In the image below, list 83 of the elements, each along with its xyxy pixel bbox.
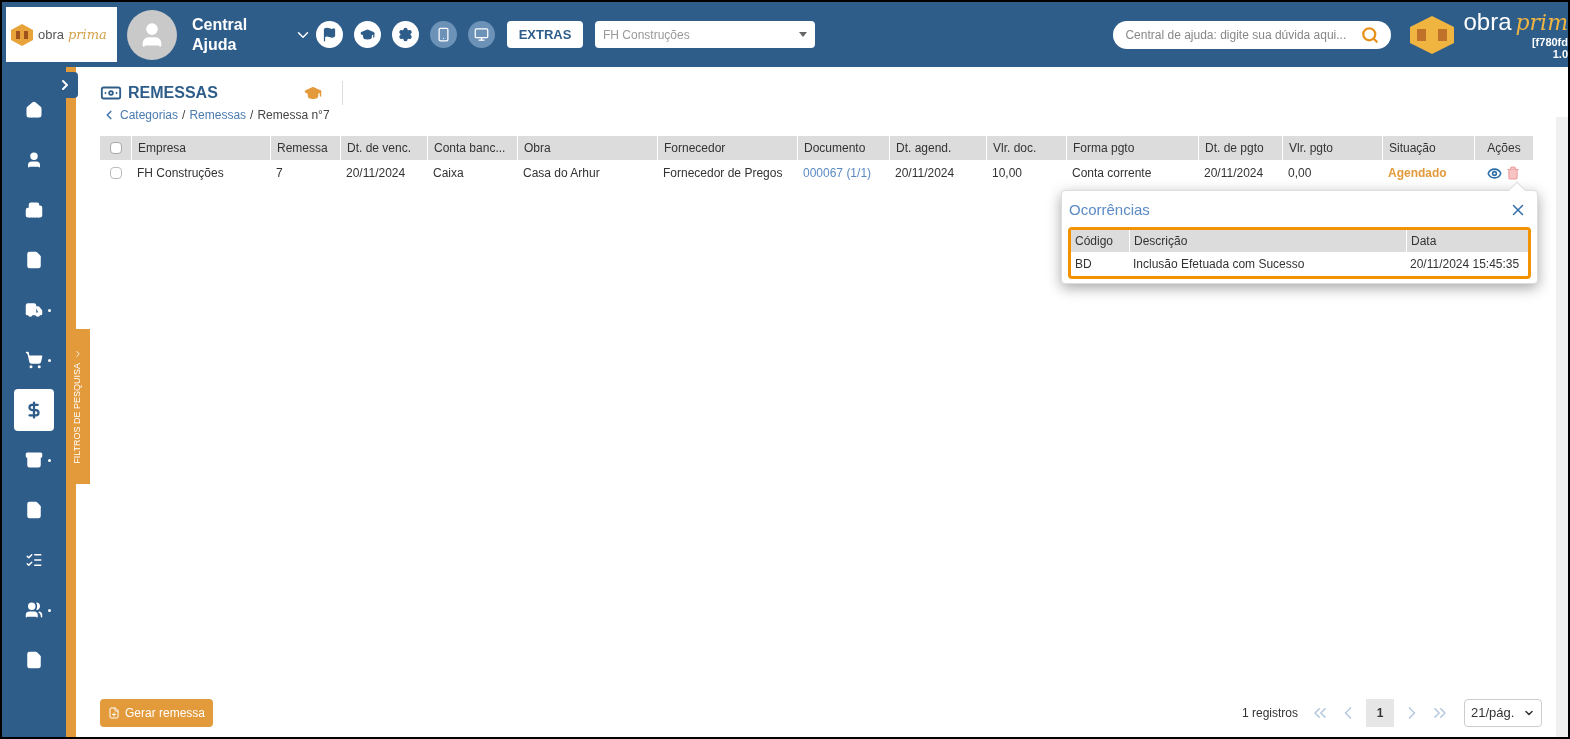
truck-icon — [25, 301, 43, 319]
column-header: Ações — [1474, 136, 1533, 160]
column-header: Documento — [797, 136, 889, 160]
table-cell-text: Inclusão Efetuada com Sucesso — [1132, 256, 1306, 273]
table-cell-text: FH Construções — [136, 165, 225, 182]
file-plus-icon — [108, 707, 120, 719]
mobile-button[interactable] — [430, 21, 457, 48]
column-header: Forma pgto — [1066, 136, 1198, 160]
table-cell-text: 20/11/2024 — [894, 165, 956, 182]
per-page-select[interactable]: 21/pág. — [1464, 699, 1542, 727]
column-header: Obra — [517, 136, 657, 160]
breadcrumb-current: Remessa n°7 — [257, 107, 330, 124]
column-header: Empresa — [131, 136, 270, 160]
version-code: [f780fd — [1531, 36, 1568, 48]
avatar[interactable] — [127, 9, 177, 60]
breadcrumb-link[interactable]: Remessas — [189, 106, 247, 124]
column-header: Descrição — [1129, 230, 1406, 252]
popover-title: Ocorrências — [1069, 199, 1150, 220]
company-select[interactable]: FH Construções — [595, 21, 815, 48]
table-cell-text: 10,00 — [991, 165, 1024, 182]
document-link[interactable]: 000067 (1/1) — [803, 166, 872, 180]
people-icon — [25, 601, 43, 619]
generate-button[interactable]: Gerar remessa — [100, 699, 214, 727]
flag-icon — [322, 27, 337, 42]
graduation-cap-icon — [360, 27, 375, 42]
column-header: Fornecedor — [657, 136, 797, 160]
table-cell-text: Fornecedor de Pregos — [662, 165, 784, 182]
row-checkbox[interactable] — [109, 167, 122, 179]
column-header: Dt. agend. — [889, 136, 986, 160]
chevron-right-icon — [73, 349, 83, 360]
view-icon[interactable] — [1487, 165, 1502, 181]
checklist-icon — [25, 551, 43, 569]
search-icon — [1361, 25, 1380, 44]
user-name: Central Ajuda — [192, 14, 249, 55]
column-header: Remessa — [270, 136, 340, 160]
invoice-icon — [25, 251, 43, 269]
help-search-field[interactable]: Central de ajuda: digite sua dúvida aqui... — [1113, 20, 1392, 49]
version-number: 1.0 — [1552, 48, 1568, 60]
desktop-button[interactable] — [468, 21, 495, 48]
document-icon — [25, 651, 43, 669]
table-cell-text: 7 — [275, 165, 284, 182]
table-cell-text: 0,00 — [1287, 165, 1313, 182]
logo-script: prima — [68, 25, 107, 44]
sidebar-item[interactable] — [14, 389, 54, 431]
records-count: 1 registros — [1241, 705, 1298, 722]
column-header: Conta banc... — [427, 136, 517, 160]
brand-text: obra — [1463, 9, 1512, 35]
user-icon — [25, 151, 43, 169]
phone-icon — [436, 27, 451, 42]
table-cell-text: BD — [1074, 256, 1093, 273]
table-cell-text: 20/11/2024 — [345, 165, 407, 182]
column-header: Dt. de pgto — [1198, 136, 1282, 160]
table-cell-text: Conta corrente — [1071, 165, 1153, 182]
dollar-icon — [25, 401, 43, 419]
table-cell-text: Caixa — [432, 165, 465, 182]
brand-logo-icon — [1409, 14, 1456, 55]
column-header: Dt. de venc. — [340, 136, 427, 160]
table-cell-text: Casa do Arhur — [522, 165, 601, 182]
settings-button[interactable] — [392, 21, 419, 48]
extras-button[interactable]: EXTRAS — [507, 21, 583, 48]
table-cell-text: 20/11/2024 — [1203, 165, 1265, 182]
breadcrumb-link[interactable]: Categorias — [120, 106, 179, 124]
status-text: Agendado — [1387, 165, 1448, 182]
column-header: Vlr. doc. — [986, 136, 1066, 160]
logo-icon — [10, 22, 34, 47]
brand-script: prim — [1515, 10, 1568, 36]
breadcrumb-separator: / — [250, 107, 254, 124]
column-header: Data — [1406, 230, 1528, 252]
column-header: Código — [1074, 233, 1115, 250]
table-cell-text: 20/11/2024 15:45:35 — [1409, 256, 1521, 273]
cart-icon — [25, 351, 43, 369]
column-header: Situação — [1382, 136, 1474, 160]
tutorial-button[interactable] — [354, 21, 381, 48]
page-button[interactable]: 1 — [1366, 699, 1394, 727]
breadcrumb-separator: / — [182, 107, 186, 124]
header-checkbox[interactable] — [109, 142, 122, 154]
flag-button[interactable] — [316, 21, 343, 48]
page-title: REMESSAS — [128, 83, 218, 103]
column-header: Vlr. pgto — [1282, 136, 1382, 160]
settings-icon — [398, 27, 413, 42]
home-icon — [25, 101, 43, 119]
monitor-icon — [474, 27, 489, 42]
logo-text: obra — [38, 25, 65, 44]
